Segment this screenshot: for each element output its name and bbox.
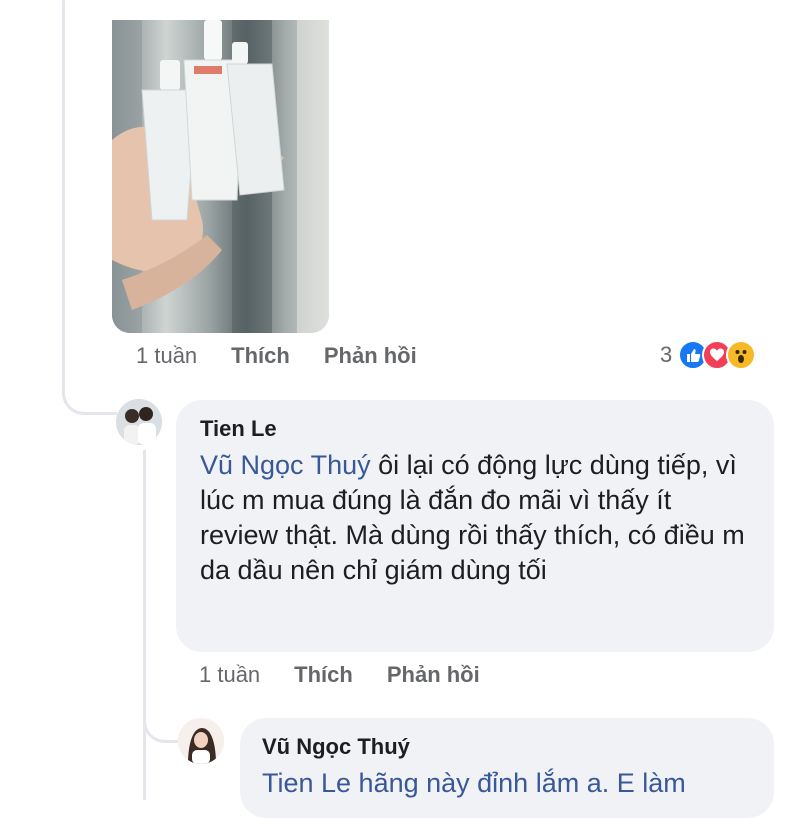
- reply-button[interactable]: Phản hồi: [324, 343, 417, 369]
- comment-text: Vũ Ngọc Thuý ôi lại có động lực dùng tiế…: [200, 448, 750, 588]
- comment-author[interactable]: Vũ Ngọc Thuý: [262, 734, 752, 760]
- profile-photo-icon: [116, 399, 162, 445]
- comment-author[interactable]: Tien Le: [200, 416, 750, 442]
- reactions-summary[interactable]: 3: [660, 340, 757, 370]
- mention-link[interactable]: Vũ Ngọc Thuý: [200, 450, 371, 480]
- reply-thread-line: [143, 450, 146, 800]
- avatar[interactable]: [116, 399, 162, 445]
- timestamp[interactable]: 1 tuần: [199, 662, 260, 688]
- reply-button[interactable]: Phản hồi: [387, 662, 480, 688]
- product-bottles-photo: [112, 20, 329, 333]
- profile-photo-icon: [178, 718, 224, 764]
- like-button[interactable]: Thích: [231, 343, 290, 369]
- comment-photo[interactable]: [112, 20, 329, 333]
- reply-thread-connector: [143, 700, 178, 743]
- thread-line: [62, 0, 65, 392]
- comment-bubble: Tien Le Vũ Ngọc Thuý ôi lại có động lực …: [176, 400, 774, 652]
- reply-bubble: Vũ Ngọc Thuý Tien Le hãng này đỉnh lắm a…: [240, 718, 774, 818]
- photo-comment-actions: 1 tuần Thích Phản hồi: [136, 343, 417, 369]
- comment-actions: 1 tuần Thích Phản hồi: [199, 662, 480, 688]
- avatar[interactable]: [178, 718, 224, 764]
- wow-icon: [726, 340, 757, 370]
- timestamp[interactable]: 1 tuần: [136, 343, 197, 369]
- thread-connector: [62, 372, 117, 415]
- reply-text: Tien Le hãng này đỉnh lắm a. E làm: [262, 768, 686, 798]
- reaction-count: 3: [660, 342, 673, 367]
- like-button[interactable]: Thích: [294, 662, 353, 688]
